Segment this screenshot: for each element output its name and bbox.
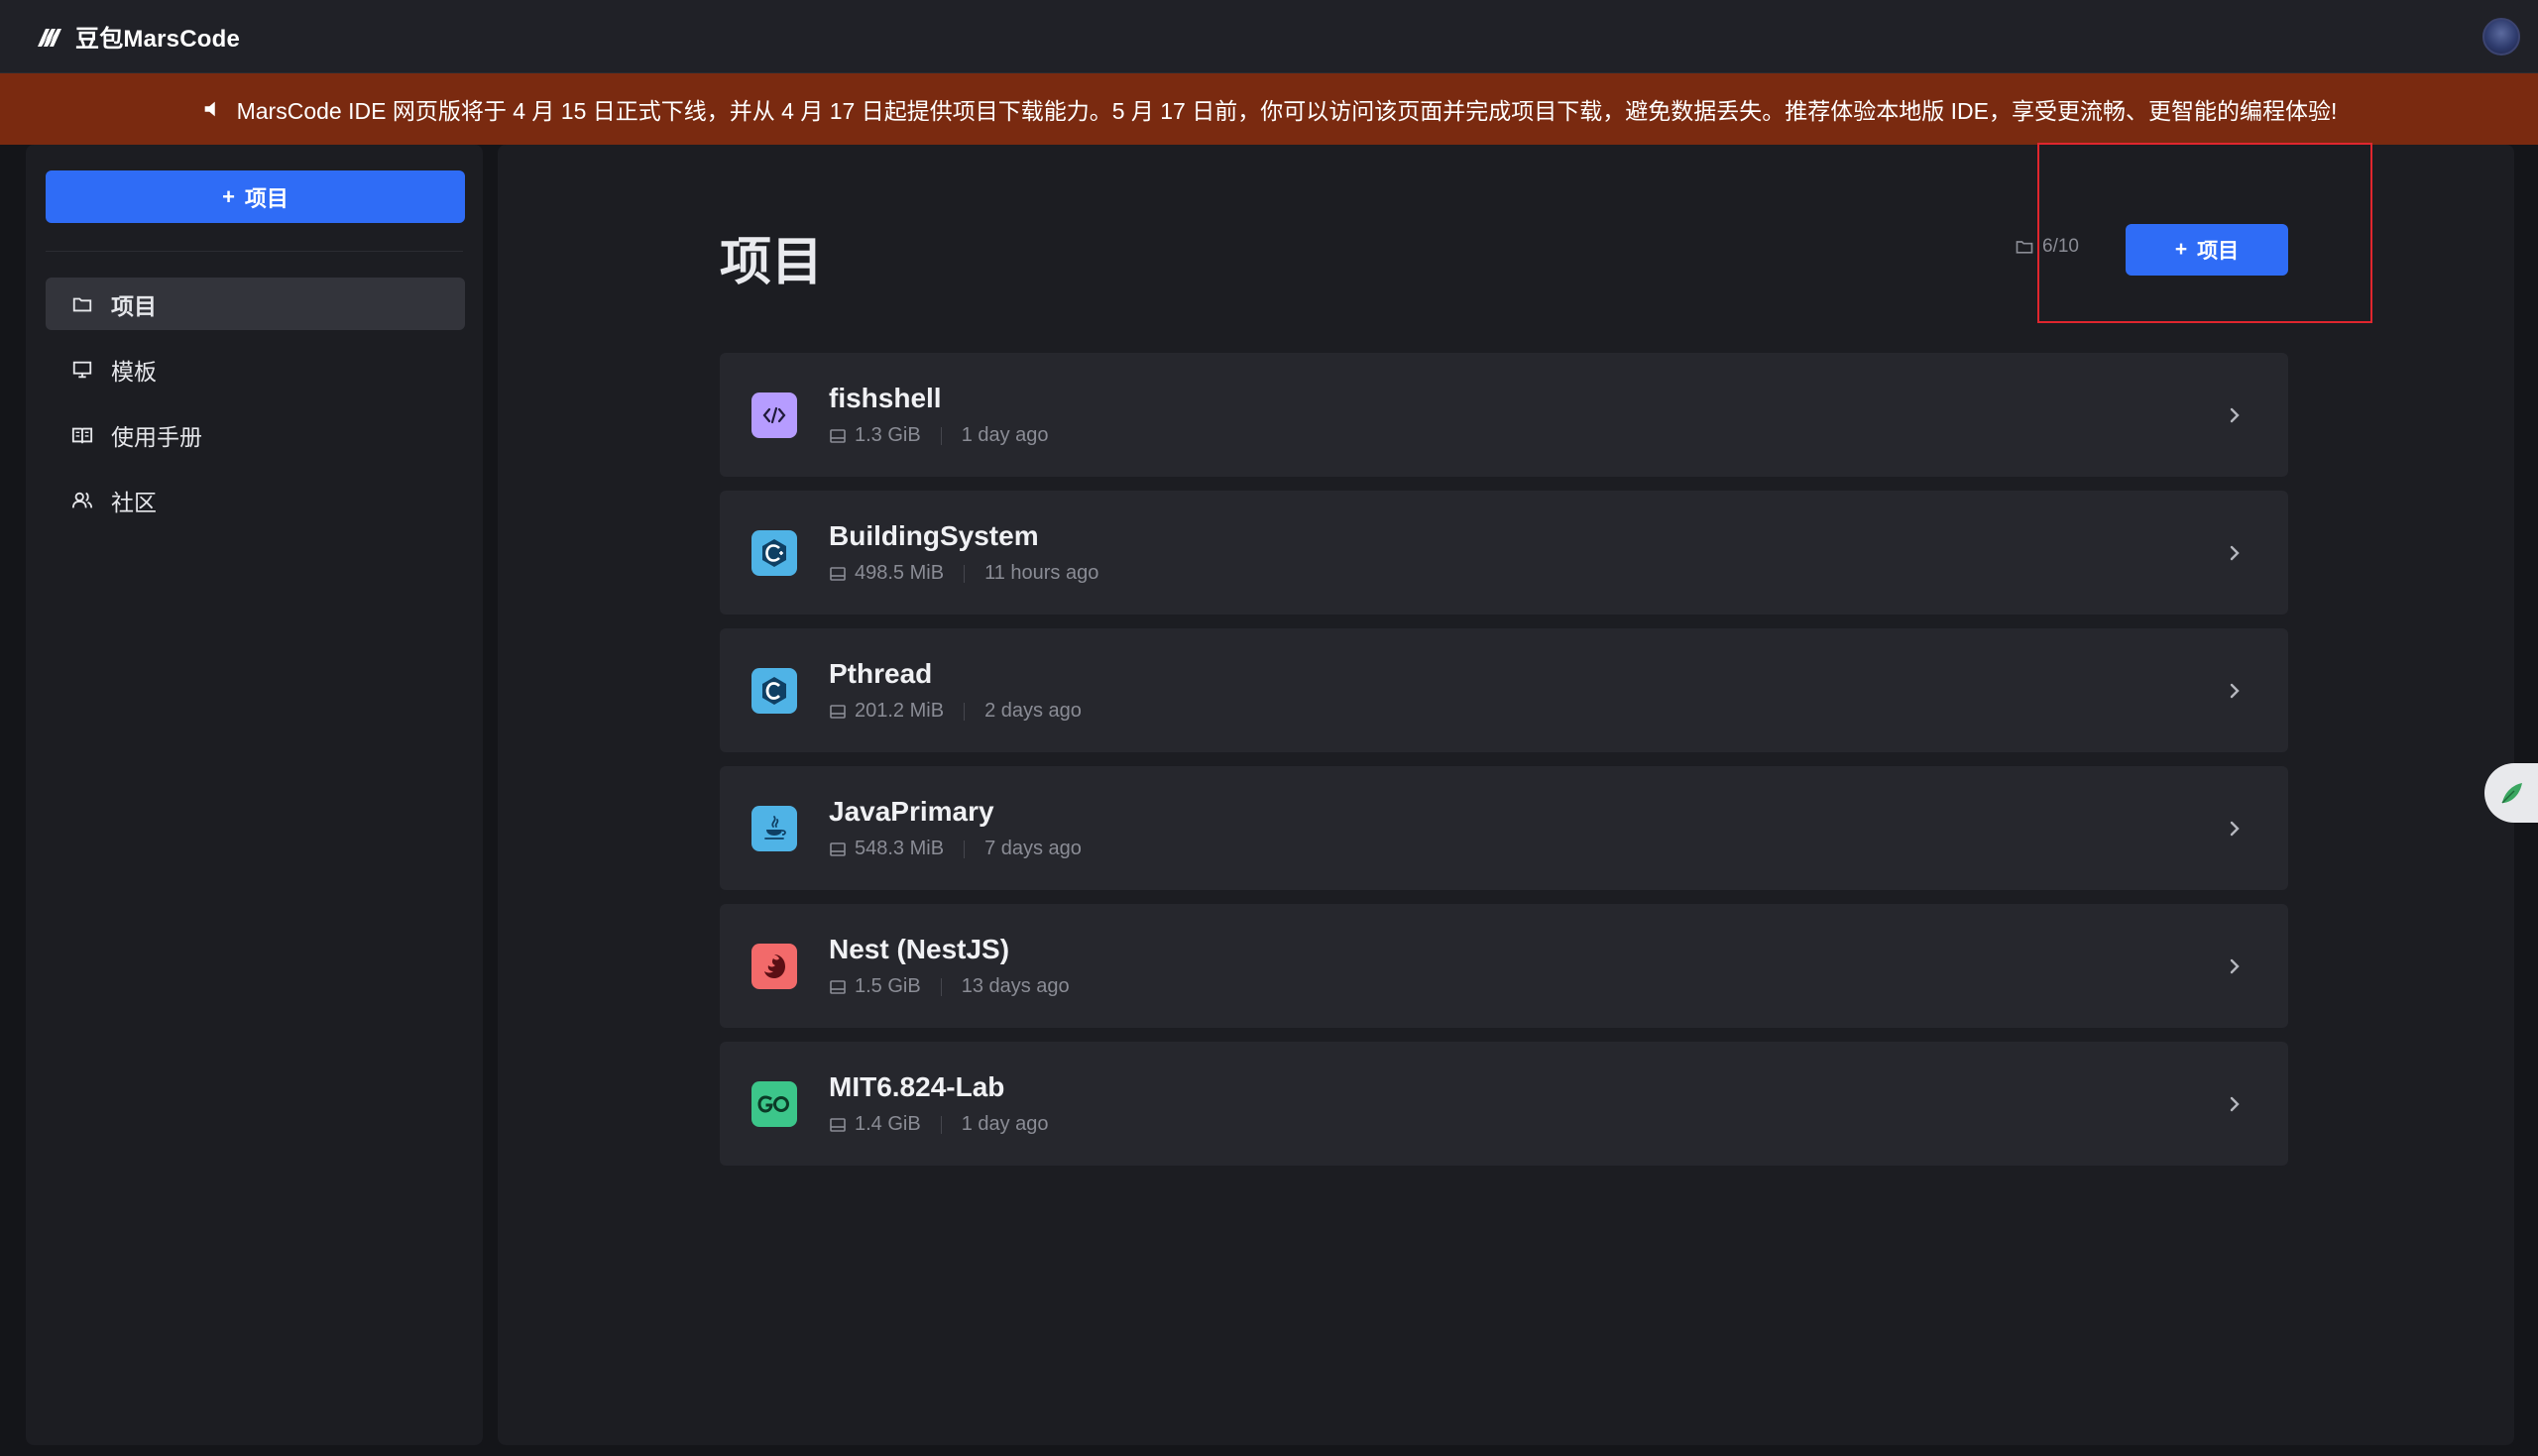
sidebar-item-label: 项目 — [111, 292, 157, 319]
folder-icon — [2016, 241, 2033, 254]
project-list: fishshell 1.3 GiB 1 day ago BuildingSyst… — [720, 353, 2288, 1166]
project-updated: 13 days ago — [961, 975, 1070, 997]
project-size: 1.4 GiB — [855, 1113, 921, 1135]
project-info: Pthread 201.2 MiB 2 days ago — [829, 658, 1082, 723]
chevron-right-icon — [2230, 407, 2240, 422]
project-quota-text: 6/10 — [2042, 236, 2079, 257]
project-updated: 2 days ago — [984, 700, 1082, 722]
sidebar-divider — [46, 251, 463, 252]
main-content: 项目 6/10 + 项目 fishshell 1.3 GiB 1 day ago… — [498, 143, 2514, 1445]
meta-separator — [964, 702, 966, 721]
top-bar: 豆包MarsCode — [0, 0, 2538, 73]
storage-icon — [830, 704, 846, 719]
new-project-button[interactable]: + 项目 — [2126, 224, 2288, 276]
announcement-banner: MarsCode IDE 网页版将于 4 月 15 日正式下线，并从 4 月 1… — [0, 73, 2538, 145]
brand-name: 豆包MarsCode — [75, 26, 241, 53]
project-meta: 1.4 GiB 1 day ago — [829, 1113, 1049, 1136]
storage-icon — [830, 841, 846, 856]
sidebar-item-templates[interactable]: 模板 — [46, 343, 465, 395]
project-size: 1.5 GiB — [855, 975, 921, 997]
project-size: 1.3 GiB — [855, 424, 921, 446]
project-size: 201.2 MiB — [855, 700, 945, 722]
project-card[interactable]: Nest (NestJS) 1.5 GiB 13 days ago — [720, 904, 2288, 1028]
floating-assistant-button[interactable] — [2484, 763, 2538, 823]
project-meta: 1.5 GiB 13 days ago — [829, 975, 1070, 998]
sidebar-item-manual[interactable]: 使用手册 — [46, 408, 465, 461]
project-meta: 201.2 MiB 2 days ago — [829, 700, 1082, 723]
sidebar-item-label: 模板 — [111, 358, 157, 385]
sidebar-item-label: 使用手册 — [111, 423, 202, 450]
plus-icon: + — [2174, 238, 2188, 261]
project-info: JavaPrimary 548.3 MiB 7 days ago — [829, 796, 1082, 860]
speaker-icon — [204, 101, 215, 117]
storage-icon — [830, 566, 846, 581]
project-quota: 6/10 — [2015, 236, 2079, 258]
storage-icon — [830, 979, 846, 994]
meta-separator — [940, 977, 942, 996]
code-icon — [751, 392, 797, 438]
project-card[interactable]: fishshell 1.3 GiB 1 day ago — [720, 353, 2288, 477]
project-updated: 1 day ago — [961, 424, 1049, 446]
project-updated: 7 days ago — [984, 838, 1082, 859]
project-meta: 498.5 MiB 11 hours ago — [829, 562, 1098, 585]
meta-separator — [964, 840, 966, 858]
meta-separator — [964, 564, 966, 583]
plus-icon: + — [222, 183, 235, 209]
folder-icon — [72, 297, 92, 311]
chevron-right-icon — [2230, 545, 2240, 560]
java-icon — [751, 805, 797, 851]
project-size: 548.3 MiB — [855, 838, 945, 859]
page-title: 项目 — [720, 234, 824, 291]
project-card[interactable]: Pthread 201.2 MiB 2 days ago — [720, 628, 2288, 752]
project-size: 498.5 MiB — [855, 562, 945, 584]
project-name: fishshell — [829, 383, 942, 413]
book-icon — [71, 427, 93, 444]
project-meta: 548.3 MiB 7 days ago — [829, 838, 1082, 860]
sidebar-new-project-label: 项目 — [244, 185, 288, 211]
users-icon — [71, 492, 93, 507]
brand[interactable]: 豆包MarsCode — [36, 19, 240, 54]
project-meta: 1.3 GiB 1 day ago — [829, 424, 1049, 447]
user-avatar[interactable] — [2482, 18, 2520, 56]
project-updated: 11 hours ago — [984, 562, 1099, 584]
project-name: Nest (NestJS) — [829, 934, 1010, 964]
sidebar-item-community[interactable]: 社区 — [46, 474, 465, 526]
leaf-icon — [2501, 783, 2522, 804]
go-icon — [751, 1080, 797, 1127]
project-card[interactable]: JavaPrimary 548.3 MiB 7 days ago — [720, 766, 2288, 890]
chevron-right-icon — [2230, 683, 2240, 698]
storage-icon — [830, 428, 846, 443]
chevron-right-icon — [2230, 958, 2240, 973]
chevron-right-icon — [2230, 821, 2240, 836]
project-name: MIT6.824-Lab — [829, 1071, 1005, 1102]
project-name: JavaPrimary — [829, 796, 994, 827]
c-icon — [751, 667, 797, 714]
meta-separator — [940, 426, 942, 445]
project-info: BuildingSystem 498.5 MiB 11 hours ago — [829, 520, 1098, 585]
project-card[interactable]: BuildingSystem 498.5 MiB 11 hours ago — [720, 491, 2288, 615]
project-updated: 1 day ago — [961, 1113, 1049, 1135]
nestjs-icon — [751, 943, 797, 989]
announcement-text: MarsCode IDE 网页版将于 4 月 15 日正式下线，并从 4 月 1… — [236, 98, 2338, 124]
sidebar: + 项目 项目 模板 使用手册 社区 — [26, 145, 483, 1445]
new-project-label: 项目 — [2197, 240, 2240, 263]
project-name: BuildingSystem — [829, 520, 1039, 551]
meta-separator — [940, 1115, 942, 1134]
project-card[interactable]: MIT6.824-Lab 1.4 GiB 1 day ago — [720, 1042, 2288, 1166]
project-info: Nest (NestJS) 1.5 GiB 13 days ago — [829, 934, 1070, 998]
chevron-right-icon — [2230, 1096, 2240, 1111]
project-info: fishshell 1.3 GiB 1 day ago — [829, 383, 1049, 447]
sidebar-new-project-button[interactable]: + 项目 — [46, 170, 465, 223]
project-info: MIT6.824-Lab 1.4 GiB 1 day ago — [829, 1071, 1049, 1136]
marscode-logo-icon — [38, 28, 61, 47]
monitor-icon — [72, 361, 92, 378]
storage-icon — [830, 1117, 846, 1132]
cpp-icon — [751, 529, 797, 576]
project-name: Pthread — [829, 658, 933, 689]
sidebar-item-label: 社区 — [111, 489, 157, 515]
sidebar-item-projects[interactable]: 项目 — [46, 278, 465, 330]
